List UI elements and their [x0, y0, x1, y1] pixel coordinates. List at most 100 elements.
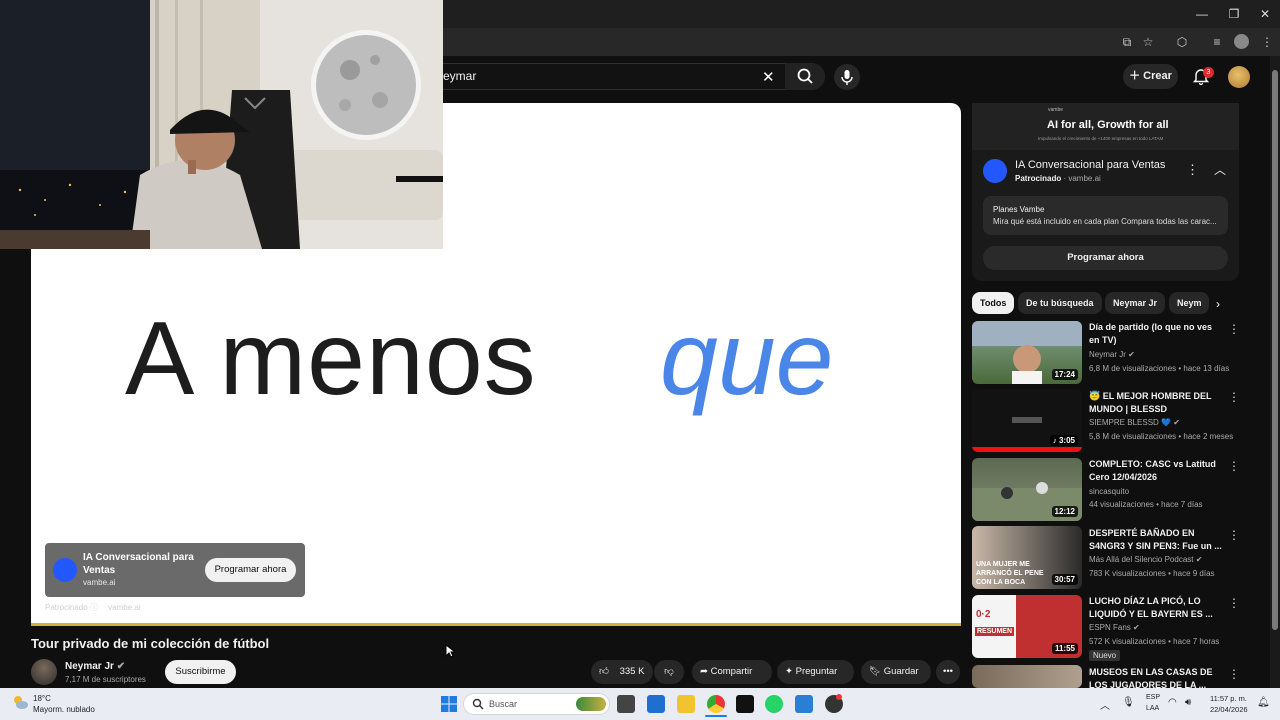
info-icon[interactable]: ⓘ: [90, 603, 100, 612]
rec-channel[interactable]: SIEMPRE BLESSD 💙 ✔: [1089, 418, 1180, 427]
clock-date[interactable]: 22/04/2026: [1210, 705, 1248, 714]
bookmark-star-icon[interactable]: ☆: [1139, 34, 1157, 50]
notification-center-icon[interactable]: 🔔︎: [1257, 697, 1270, 708]
video-progress-bar[interactable]: [31, 623, 961, 626]
rec-thumbnail-text: UNA MUJER ME ARRANCÓ EL PENE CON LA BOCA: [976, 561, 1044, 586]
subscribe-button[interactable]: Suscribirme: [165, 660, 236, 684]
save-button[interactable]: 🔖︎ Guardar: [861, 660, 931, 684]
rec-thumbnail[interactable]: 0·2 RESUMEN 11:55: [972, 595, 1082, 658]
extensions-icon[interactable]: ⬡: [1173, 34, 1191, 50]
store-icon[interactable]: [647, 695, 665, 713]
maximize-icon[interactable]: ❐: [1224, 4, 1244, 24]
ad-title[interactable]: IA Conversacional para Ventas: [83, 551, 198, 577]
share-button[interactable]: ➦ Compartir: [692, 660, 772, 684]
taskbar-search-placeholder[interactable]: Buscar: [489, 699, 517, 709]
whatsapp-icon[interactable]: [765, 695, 783, 713]
rec-channel[interactable]: ESPN Fans ✔: [1089, 623, 1140, 632]
ad-cta-button[interactable]: Programar ahora: [205, 558, 296, 582]
rec-channel[interactable]: sincasquito: [1089, 487, 1129, 496]
rec-thumbnail[interactable]: ♪ 3:05: [972, 389, 1082, 452]
collapse-chevron-up-icon[interactable]: ︿: [1214, 161, 1226, 178]
rec-thumbnail-text: RESUMEN: [975, 627, 1015, 636]
input-layout[interactable]: LAA: [1146, 705, 1159, 712]
chip-all[interactable]: Todos: [972, 292, 1015, 314]
thumbs-up-icon: 👍︎: [599, 666, 612, 677]
verified-icon: ✔: [1128, 350, 1135, 359]
chrome-menu-icon[interactable]: ⋮: [1258, 34, 1276, 50]
photos-icon[interactable]: [795, 695, 813, 713]
rec-title[interactable]: DESPERTÉ BAÑADO EN S4NGR3 Y SIN PEN3: Fu…: [1089, 527, 1225, 553]
sidebar-ad-title[interactable]: IA Conversacional para Ventas: [1015, 159, 1165, 171]
rec-menu-icon[interactable]: ⋮: [1228, 390, 1240, 404]
channel-name[interactable]: Neymar Jr ✔: [65, 661, 125, 672]
minimize-icon[interactable]: —: [1192, 4, 1212, 24]
microphone-icon: [841, 70, 853, 85]
chip-neymar[interactable]: Neym: [1169, 292, 1209, 314]
close-icon[interactable]: ✕: [1255, 4, 1275, 24]
volume-icon[interactable]: 🔊︎: [1185, 697, 1191, 708]
create-button[interactable]: ＋ Crear: [1123, 64, 1178, 89]
rec-title[interactable]: MUSEOS EN LAS CASAS DE LOS JUGADORES DE …: [1089, 666, 1225, 688]
channel-avatar[interactable]: [31, 659, 57, 685]
search-button[interactable]: [785, 63, 825, 90]
ad-advertiser-logo: [53, 558, 77, 582]
thumbs-down-icon: 👎︎: [664, 666, 674, 677]
cloud-sun-icon: [14, 696, 28, 709]
chip-from-search[interactable]: De tu búsqueda: [1018, 292, 1102, 314]
sidebar-ad-menu-icon[interactable]: ⋮: [1186, 162, 1199, 178]
rec-menu-icon[interactable]: ⋮: [1228, 528, 1240, 542]
weather-icon[interactable]: [11, 694, 29, 710]
rec-channel[interactable]: Neymar Jr ✔: [1089, 350, 1135, 359]
rec-thumbnail[interactable]: [972, 665, 1082, 688]
microphone-tray-icon[interactable]: 🎙︎: [1122, 697, 1135, 708]
rec-channel-text: Más Allá del Silencio Podcast: [1089, 555, 1194, 564]
rec-thumbnail[interactable]: 12:12: [972, 458, 1082, 521]
rec-title[interactable]: COMPLETO: CASC vs Latitud Cero 12/04/202…: [1089, 458, 1225, 484]
clear-search-icon[interactable]: ✕: [762, 68, 775, 86]
rec-menu-icon[interactable]: ⋮: [1228, 459, 1240, 473]
more-actions-button[interactable]: •••: [936, 660, 960, 684]
input-language[interactable]: ESP: [1146, 694, 1160, 701]
rec-meta: 5,8 M de visualizaciones • hace 2 meses: [1089, 432, 1234, 441]
windows-taskbar: [0, 688, 1280, 720]
rec-title[interactable]: Día de partido (lo que no ves en TV): [1089, 321, 1225, 347]
chip-neymar-jr[interactable]: Neymar Jr: [1105, 292, 1166, 314]
chrome-icon[interactable]: [707, 695, 725, 713]
sidebar-ad-logo[interactable]: [983, 159, 1007, 183]
clock-time[interactable]: 11:57 p. m.: [1210, 694, 1247, 703]
rec-duration: 30:57: [1051, 574, 1078, 585]
rec-thumbnail[interactable]: UNA MUJER ME ARRANCÓ EL PENE CON LA BOCA…: [972, 526, 1082, 589]
search-input[interactable]: eymar: [443, 69, 476, 83]
tray-chevron-up-icon[interactable]: ︿: [1100, 697, 1110, 712]
rec-channel[interactable]: Más Allá del Silencio Podcast ✔: [1089, 555, 1202, 564]
media-control-icon[interactable]: ≡: [1208, 34, 1226, 50]
windows-logo-icon: [441, 696, 457, 712]
rec-title[interactable]: 😇 EL MEJOR HOMBRE DEL MUNDO | BLESSD: [1089, 390, 1225, 416]
weather-desc[interactable]: Mayorm. nublado: [33, 705, 95, 714]
like-button[interactable]: 👍︎ 335 K: [591, 660, 653, 684]
profile-avatar-icon[interactable]: [1234, 34, 1249, 49]
dislike-button[interactable]: 👎︎: [654, 660, 684, 684]
verified-icon: ✔: [1173, 418, 1180, 427]
task-view-icon[interactable]: [617, 695, 635, 713]
sidebar-ad-plan-card[interactable]: [983, 196, 1228, 235]
file-explorer-icon[interactable]: [677, 695, 695, 713]
rec-thumbnail[interactable]: 17:24: [972, 321, 1082, 384]
ask-button[interactable]: ✦ Preguntar: [777, 660, 854, 684]
sidebar-ad-cta-button[interactable]: Programar ahora: [983, 246, 1228, 270]
install-app-icon[interactable]: ⧉: [1118, 34, 1136, 50]
rec-menu-icon[interactable]: ⋮: [1228, 596, 1240, 610]
sidebar-ad-sponsored: Patrocinado: [1015, 174, 1062, 183]
affinity-icon[interactable]: [736, 695, 754, 713]
wifi-icon[interactable]: ◠: [1168, 697, 1177, 708]
account-avatar[interactable]: [1228, 66, 1250, 88]
weather-temp[interactable]: 18°C: [33, 694, 51, 703]
rec-menu-icon[interactable]: ⋮: [1228, 322, 1240, 336]
rec-title[interactable]: LUCHO DÍAZ LA PICÓ, LO LIQUIDÓ Y EL BAYE…: [1089, 595, 1225, 621]
start-button[interactable]: [440, 695, 458, 713]
chips-next-chevron-icon[interactable]: ›: [1216, 297, 1220, 311]
rec-meta: 572 K visualizaciones • hace 7 horas: [1089, 637, 1220, 646]
rec-menu-icon[interactable]: ⋮: [1228, 667, 1240, 681]
voice-search-button[interactable]: [834, 64, 860, 90]
scrollbar-thumb[interactable]: [1272, 70, 1278, 630]
